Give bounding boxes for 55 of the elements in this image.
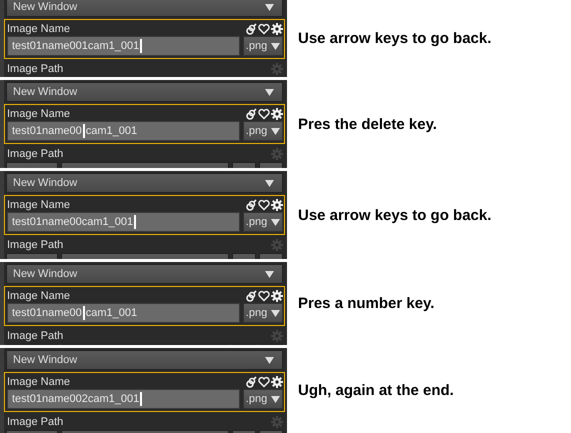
format-dropdown[interactable]: .png xyxy=(243,212,283,232)
format-dropdown[interactable]: .png xyxy=(243,303,283,323)
step-caption: Ugh, again at the end. xyxy=(298,382,454,399)
caret-icon xyxy=(271,218,280,226)
caret-icon xyxy=(265,270,274,278)
heart-icon[interactable] xyxy=(258,376,270,388)
step-caption: Use arrow keys to go back. xyxy=(298,206,492,224)
field-label: Image Path xyxy=(7,238,64,250)
field-label: Image Name xyxy=(7,290,70,302)
field-label: Image Name xyxy=(7,108,70,120)
field-label: Image Path xyxy=(7,62,64,74)
step-caption: Use arrow keys to go back. xyxy=(298,30,492,47)
window-dropdown[interactable]: New Window xyxy=(6,350,283,370)
caret-icon xyxy=(271,310,280,316)
gear-icon[interactable] xyxy=(271,198,283,210)
caret-icon xyxy=(271,128,280,134)
caret-icon xyxy=(265,356,274,364)
caret-icon xyxy=(265,88,274,96)
heart-icon[interactable] xyxy=(258,290,270,302)
window-dropdown[interactable]: New Window xyxy=(6,82,283,102)
heart-icon[interactable] xyxy=(258,22,270,34)
field-label: Image Name xyxy=(7,22,70,34)
step-caption: Pres a number key. xyxy=(298,295,434,312)
gear-icon[interactable] xyxy=(271,376,283,388)
window-dropdown[interactable]: New Window xyxy=(6,264,283,284)
field-label: Image Path xyxy=(7,330,64,342)
window-dropdown[interactable]: New Window xyxy=(6,0,283,17)
format-dropdown[interactable]: .png xyxy=(243,121,283,141)
heart-icon[interactable] xyxy=(258,108,270,120)
image-name-field[interactable]: test01name00cam1_001 xyxy=(7,212,240,232)
step-caption: Pres the delete key. xyxy=(298,116,437,132)
gear-icon[interactable] xyxy=(271,290,283,302)
window-dropdown[interactable]: New Window xyxy=(6,173,283,193)
caret-icon xyxy=(265,4,274,10)
field-label: Image Name xyxy=(7,376,70,388)
image-name-field[interactable]: test01name002cam1_001 xyxy=(7,389,240,409)
caret-icon xyxy=(271,42,280,50)
caret-icon xyxy=(271,396,280,402)
image-name-field[interactable]: test01name00 cam1_001 xyxy=(7,121,240,141)
field-label: Image Path xyxy=(7,148,64,160)
link-icon[interactable] xyxy=(245,22,257,34)
field-label: Image Path xyxy=(7,416,64,428)
gear-icon[interactable] xyxy=(271,22,283,34)
caret-icon xyxy=(265,180,274,186)
format-dropdown[interactable]: .png xyxy=(243,36,283,56)
link-icon[interactable] xyxy=(245,290,257,302)
link-icon[interactable] xyxy=(245,376,257,388)
image-name-field[interactable]: test01name001cam1_001 xyxy=(7,36,240,56)
image-name-field[interactable]: test01name00 cam1_001 xyxy=(7,303,240,323)
field-label: Image Name xyxy=(7,198,70,210)
gear-icon[interactable] xyxy=(271,108,283,120)
format-dropdown[interactable]: .png xyxy=(243,389,283,409)
link-icon[interactable] xyxy=(245,108,257,120)
link-icon[interactable] xyxy=(245,198,257,210)
heart-icon[interactable] xyxy=(258,198,270,210)
